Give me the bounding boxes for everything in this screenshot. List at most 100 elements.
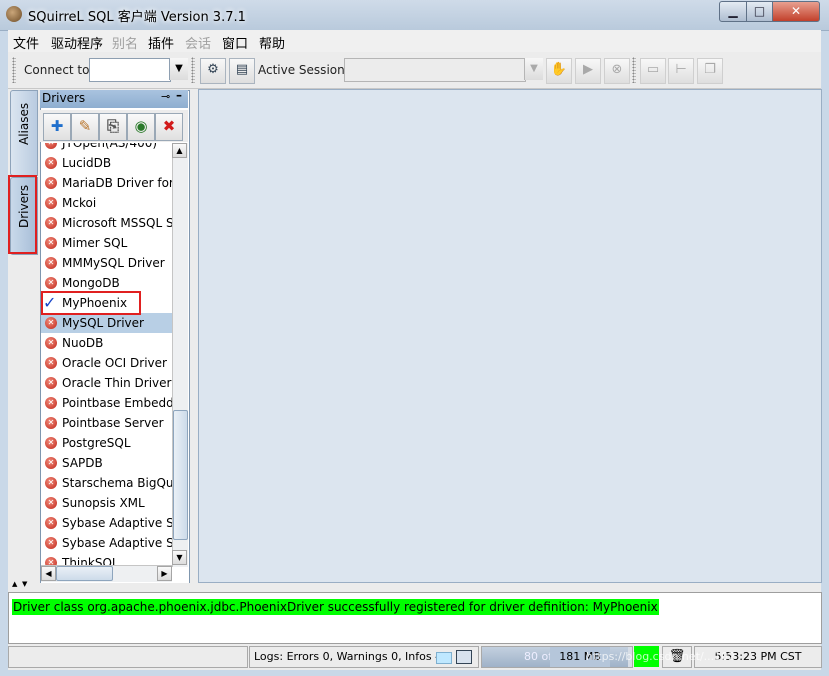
driver-name: MMMySQL Driver (62, 256, 165, 270)
drivers-panel-title: Drivers (42, 91, 86, 105)
list-item[interactable]: ✕ Oracle Thin Driver (41, 373, 172, 393)
splitter-up-icon[interactable]: ▲ (12, 580, 17, 588)
list-item-selected[interactable]: ✕ MySQL Driver (41, 313, 172, 333)
new-session-button[interactable]: ⚙ (200, 58, 226, 84)
drivers-list[interactable]: ✕ JTOpen(AS/400) ✕ LucidDB ✕ MariaDB Driver… (41, 143, 172, 567)
watermark-text: https://blog.csdn.net/...102 (586, 650, 736, 663)
list-item[interactable]: ✕ MariaDB Driver for MySQL (41, 173, 172, 193)
menu-plugins[interactable]: 插件 (148, 33, 174, 52)
menu-window[interactable]: 窗口 (222, 33, 248, 52)
cascade-button[interactable]: ❐ (697, 58, 723, 84)
maximize-button[interactable]: □ (746, 1, 773, 22)
connect-to-combo[interactable] (89, 58, 171, 82)
toolbar-grip-icon[interactable] (632, 57, 636, 83)
minimize-button[interactable]: ▁ (719, 1, 747, 22)
menu-aliases[interactable]: 别名 (112, 33, 138, 52)
driver-name: Starschema BigQuery (62, 476, 172, 490)
error-icon: ✕ (45, 537, 57, 549)
monitor-icon[interactable] (456, 650, 472, 664)
error-icon: ✕ (45, 237, 57, 249)
cascade-icon: ❐ (704, 62, 716, 77)
close-button[interactable]: ✕ (772, 1, 820, 22)
session-desktop-area (198, 89, 822, 583)
minimize-panel-icon[interactable]: – (176, 88, 182, 102)
tree-icon: ⊢ (675, 62, 687, 77)
error-icon: ✕ (45, 457, 57, 469)
drivers-panel-header: Drivers ⊸ – (40, 88, 188, 108)
copy-driver-button[interactable]: ⎘ (99, 113, 127, 141)
toolbar-grip-icon[interactable] (12, 57, 16, 83)
tab-aliases[interactable]: Aliases (10, 90, 38, 176)
menu-file[interactable]: 文件 (13, 33, 39, 52)
window-title: SQuirreL SQL 客户端 Version 3.7.1 (28, 10, 246, 25)
list-item[interactable]: ✕ Oracle OCI Driver (41, 353, 172, 373)
list-item[interactable]: ✕ SAPDB (41, 453, 172, 473)
menu-help[interactable]: 帮助 (259, 33, 285, 52)
edit-driver-button[interactable]: ✎ (71, 113, 99, 141)
stop-button[interactable]: ⊗ (604, 58, 630, 84)
delete-icon: ✖ (162, 117, 176, 135)
toolbar-grip-icon[interactable] (191, 57, 195, 83)
scroll-up-icon[interactable]: ▲ (172, 143, 187, 158)
list-item[interactable]: ✕ PostgreSQL (41, 433, 172, 453)
list-item[interactable]: ✕ Sunopsis XML (41, 493, 172, 513)
active-session-combo[interactable] (344, 58, 526, 82)
scroll-right-icon[interactable]: ▶ (157, 566, 172, 581)
tree-button[interactable]: ⊢ (668, 58, 694, 84)
status-left (8, 646, 248, 668)
log-icon[interactable] (436, 652, 452, 664)
list-item[interactable]: ✕ Mckoi (41, 193, 172, 213)
list-item[interactable]: ✕ Mimer SQL (41, 233, 172, 253)
driver-name: Pointbase Embedded (62, 396, 172, 410)
list-item[interactable]: ✕ Microsoft MSSQL Server (41, 213, 172, 233)
driver-name: Oracle OCI Driver (62, 356, 167, 370)
logs-text: Logs: Errors 0, Warnings 0, Infos 42 (254, 650, 450, 663)
run-sql-button[interactable]: ✋ (546, 58, 572, 84)
splitter[interactable]: ▲ ▼ (8, 580, 821, 591)
error-icon: ✕ (45, 337, 57, 349)
vertical-scroll-thumb[interactable] (173, 410, 188, 540)
driver-name: Microsoft MSSQL Server (62, 216, 172, 230)
menu-drivers[interactable]: 驱动程序 (51, 33, 103, 52)
scroll-down-icon[interactable]: ▼ (172, 550, 187, 565)
list-item[interactable]: ✕ Pointbase Server (41, 413, 172, 433)
driver-name: SAPDB (62, 456, 103, 470)
list-item[interactable]: ✕ MongoDB (41, 273, 172, 293)
pin-icon[interactable]: ⊸ (161, 90, 170, 103)
list-item[interactable]: ✕ Sybase Adaptive Server (41, 533, 172, 553)
session-properties-button[interactable]: ▤ (229, 58, 255, 84)
document-icon: ▤ (235, 62, 249, 77)
list-item[interactable]: ✕ LucidDB (41, 153, 172, 173)
driver-name: Sybase Adaptive Server (62, 516, 172, 530)
connect-icon: ⚙ (207, 62, 219, 77)
chevron-down-icon[interactable]: ▼ (524, 58, 543, 80)
window-icon: ▭ (646, 62, 660, 77)
active-session-label: Active Session: (258, 63, 349, 77)
list-item[interactable]: ✕ Starschema BigQuery (41, 473, 172, 493)
menu-session[interactable]: 会话 (185, 33, 211, 52)
list-item[interactable]: ✕ Sybase Adaptive Server (41, 513, 172, 533)
list-item[interactable]: ✕ MMMySQL Driver (41, 253, 172, 273)
play-button[interactable]: ▶ (575, 58, 601, 84)
message-text: Driver class org.apache.phoenix.jdbc.Pho… (12, 599, 659, 615)
error-icon: ✕ (45, 437, 57, 449)
list-item[interactable]: ✕ JTOpen(AS/400) (41, 143, 172, 153)
connect-to-label: Connect to: (24, 63, 94, 77)
scroll-left-icon[interactable]: ◀ (41, 566, 56, 581)
list-item[interactable]: ✕ Pointbase Embedded (41, 393, 172, 413)
list-item[interactable]: ✕ NuoDB (41, 333, 172, 353)
window-button[interactable]: ▭ (640, 58, 666, 84)
logs-status[interactable]: Logs: Errors 0, Warnings 0, Infos 42 (249, 646, 479, 668)
driver-name: Pointbase Server (62, 416, 164, 430)
horizontal-scroll-thumb[interactable] (56, 566, 113, 581)
chevron-down-icon[interactable]: ▼ (169, 58, 188, 80)
splitter-down-icon[interactable]: ▼ (22, 580, 27, 588)
highlight-box (41, 291, 141, 315)
new-driver-button[interactable]: ✚ (43, 113, 71, 141)
pencil-icon: ✎ (78, 117, 92, 135)
driver-website-button[interactable]: ◉ (127, 113, 155, 141)
error-icon: ✕ (45, 477, 57, 489)
delete-driver-button[interactable]: ✖ (155, 113, 183, 141)
error-icon: ✕ (45, 317, 57, 329)
error-icon: ✕ (45, 217, 57, 229)
